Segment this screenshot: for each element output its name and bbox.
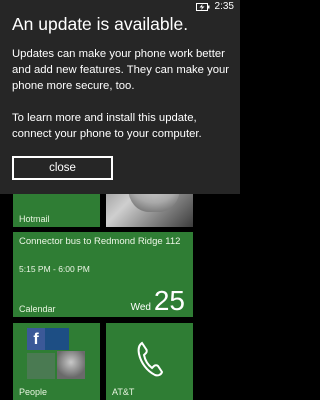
notification-body: Updates can make your phone work better … (12, 46, 236, 158)
calendar-event-title: Connector bus to Redmond Ridge 112 (19, 236, 181, 247)
calendar-date: 25 (153, 285, 185, 316)
contact-photo (45, 328, 69, 350)
contact-photo (27, 353, 55, 379)
contact-photo (57, 351, 85, 379)
people-tile[interactable]: f People (13, 323, 100, 400)
people-tile-label: People (19, 387, 48, 397)
calendar-event-time: 5:15 PM - 6:00 PM (19, 264, 90, 274)
hotmail-tile-label: Hotmail (19, 214, 50, 224)
phone-tile[interactable]: AT&T (106, 323, 193, 400)
close-button[interactable]: close (12, 156, 113, 180)
battery-charging-icon (196, 3, 210, 11)
notification-title: An update is available. (12, 14, 189, 34)
update-notification: An update is available. Updates can make… (0, 0, 240, 194)
clock: 2:35 (214, 1, 234, 12)
phone-icon (137, 341, 164, 377)
notification-paragraph: To learn more and install this update, c… (12, 112, 202, 140)
status-bar: 2:35 (0, 0, 240, 14)
phone-tile-label: AT&T (112, 387, 135, 397)
facebook-icon: f (27, 328, 45, 350)
people-mosaic: f (13, 323, 100, 385)
calendar-day: Wed (130, 302, 151, 313)
notification-paragraph: Updates can make your phone work better … (12, 48, 230, 92)
calendar-tile[interactable]: Connector bus to Redmond Ridge 112 5:15 … (13, 232, 193, 317)
calendar-tile-label: Calendar (19, 304, 56, 314)
